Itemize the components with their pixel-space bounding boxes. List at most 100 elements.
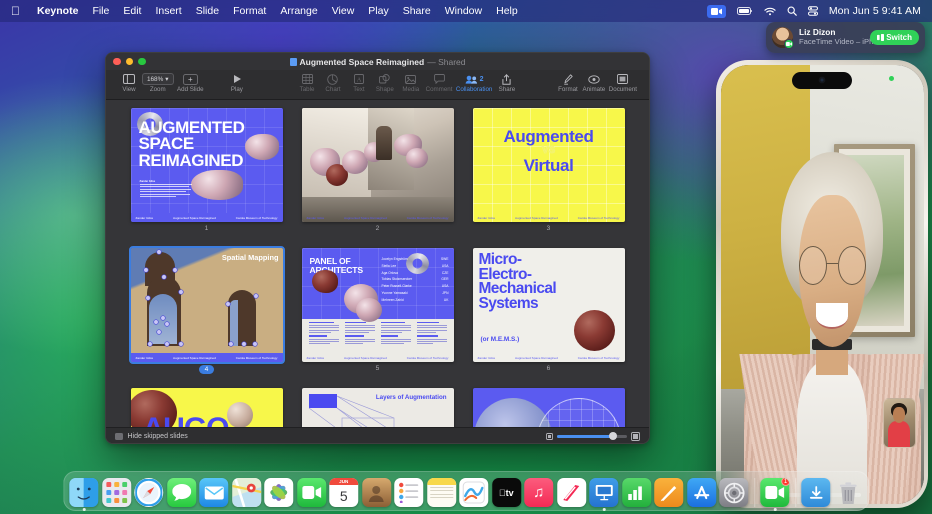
search-icon[interactable] [787,6,797,16]
dock-item-launchpad[interactable] [102,478,131,507]
toolbar-shape-button[interactable]: Shape [372,73,398,93]
menu-item-share[interactable]: Share [396,5,438,17]
large-thumbnails-icon[interactable] [631,432,640,441]
dock-item-appletv[interactable]: tv [492,478,521,507]
dock-item-facetime[interactable] [297,478,326,507]
toolbar-share-button[interactable]: Share [494,73,520,93]
slide-cell[interactable]: Augmented VS Virtual Zander Gliss Augmen… [473,108,625,234]
toolbar-comment-button[interactable]: Comment [424,73,455,93]
slide-cell[interactable]: AUGMENTED SPACE REIMAGINED Zander Gliss [131,108,283,234]
panelist-row: Tobias StutzmaeckerGER [382,276,449,283]
dock-item-messages[interactable] [167,478,196,507]
panelist-row: Peter Russell-ClarkeUSA [382,283,449,290]
toolbar-format-button[interactable]: Format [555,73,581,93]
dock-item-notes[interactable] [427,478,456,507]
dock-item-mail[interactable] [199,478,228,507]
video-camera-icon[interactable] [707,5,726,18]
dock-item-keynote[interactable] [589,478,618,507]
toolbar-table-button[interactable]: Table [294,73,320,93]
dock-item-music[interactable]: ♫ [524,478,553,507]
dock-item-calendar[interactable]: JUN 5 [329,478,358,507]
slide-thumbnail-9[interactable]: PHYSICAL AUGMENTED VIRTUAL [473,388,625,427]
toolbar-collaboration-label: Collaboration [456,86,492,93]
menu-item-format[interactable]: Format [226,5,273,17]
zoom-slider-knob[interactable] [609,432,617,440]
self-view-pip[interactable] [883,398,916,448]
menu-item-slide[interactable]: Slide [189,5,226,17]
dock-item-news[interactable] [557,478,586,507]
toolbar-document-button[interactable]: Document [607,73,639,93]
iphone-screen[interactable] [721,65,924,504]
toolbar-chart-button[interactable]: Chart [320,73,346,93]
slide-navigator[interactable]: AUGMENTED SPACE REIMAGINED Zander Gliss [106,100,649,427]
dock-item-facetime-active[interactable]: 1 [760,478,789,507]
dock-item-contacts[interactable] [362,478,391,507]
menu-item-help[interactable]: Help [489,5,525,17]
slide-thumbnail-1[interactable]: AUGMENTED SPACE REIMAGINED Zander Gliss [131,108,283,222]
slide-thumbnail-8[interactable]: Layers of Augmentation [302,388,454,427]
small-thumbnails-icon[interactable] [546,433,553,440]
toolbar-zoom-control[interactable]: 168% ▾ Zoom [142,73,174,93]
slide-cell[interactable]: AUGO 7 [131,388,283,427]
slide-cell[interactable]: Spatial Mapping Zander Gliss [131,248,283,374]
slide-thumbnail-7[interactable]: AUGO [131,388,283,427]
slide-thumbnail-6[interactable]: Micro- Electro- Mechanical Systems (or M… [473,248,625,362]
dock-item-system-settings[interactable] [719,478,748,507]
format-brush-icon [563,73,573,85]
switch-button-label: Switch [886,33,912,42]
dock-item-appstore[interactable] [687,478,716,507]
menu-item-play[interactable]: Play [361,5,395,17]
dock-item-maps[interactable] [232,478,261,507]
menu-bar-clock[interactable]: Mon Jun 5 9:41 AM [829,5,921,17]
battery-icon[interactable] [737,7,753,15]
dock-item-numbers[interactable] [622,478,651,507]
slide-thumbnail-5[interactable]: PANEL OF ARCHITECTS Jocelyn EngströmSWE … [302,248,454,362]
toolbar-collaboration-button[interactable]: 2 Collaboration [454,73,494,93]
dock-item-photos[interactable] [264,478,293,507]
window-title-bar[interactable]: Augmented Space Reimagined — Shared [106,53,649,70]
dock-item-freeform[interactable] [459,478,488,507]
toolbar-animate-button[interactable]: Animate [581,73,607,93]
dock-item-safari[interactable] [134,478,163,507]
slide-cell[interactable]: PHYSICAL AUGMENTED VIRTUAL 9 [473,388,625,427]
slide-footer-right: Carola Museum of Technology [236,216,278,220]
toolbar-view-button[interactable]: View [116,73,142,93]
dock-item-trash[interactable] [834,478,863,507]
slide-cell[interactable]: PANEL OF ARCHITECTS Jocelyn EngströmSWE … [302,248,454,374]
thumbnail-zoom-slider[interactable] [546,432,640,441]
menu-item-arrange[interactable]: Arrange [273,5,324,17]
menu-item-window[interactable]: Window [438,5,489,17]
slide-cell[interactable]: Layers of Augmentation 8 [302,388,454,427]
keynote-window[interactable]: Augmented Space Reimagined — Shared View… [105,52,650,444]
menu-item-edit[interactable]: Edit [116,5,148,17]
menu-item-keynote[interactable]: Keynote [30,5,85,17]
switch-button[interactable]: Switch [870,30,919,45]
wifi-icon[interactable] [764,7,776,16]
menu-item-insert[interactable]: Insert [148,5,188,17]
toolbar-add-slide-button[interactable]: + Add Slide [174,73,208,93]
slide-cell[interactable]: Zander Gliss Augmented Space Reimagined … [302,108,454,234]
slide-thumbnail-3[interactable]: Augmented VS Virtual Zander Gliss Augmen… [473,108,625,222]
toolbar-text-button[interactable]: A Text [346,73,372,93]
menu-item-view[interactable]: View [325,5,362,17]
toolbar-media-button[interactable]: Media [398,73,424,93]
eyeglasses [799,246,866,286]
dock-item-pages[interactable] [654,478,683,507]
dock-item-finder[interactable] [69,478,98,507]
apple-menu-icon[interactable]:  [11,5,20,17]
zoom-slider-track[interactable] [557,435,627,437]
slide-cell[interactable]: Micro- Electro- Mechanical Systems (or M… [473,248,625,374]
control-center-icon[interactable] [808,6,818,16]
dock-item-reminders[interactable] [394,478,423,507]
iphone-device[interactable] [716,60,928,508]
calendar-day: 5 [340,485,348,507]
dock-item-downloads[interactable] [801,478,830,507]
slide-thumbnail-2[interactable]: Zander Gliss Augmented Space Reimagined … [302,108,454,222]
toolbar-play-button[interactable]: Play [224,73,250,93]
slide-thumbnail-4[interactable]: Spatial Mapping Zander Gliss [131,248,283,362]
hide-skipped-slides-checkbox[interactable] [115,433,123,441]
slide-grid: AUGMENTED SPACE REIMAGINED Zander Gliss [106,108,649,427]
menu-item-file[interactable]: File [85,5,116,17]
zoom-popup-button[interactable]: 168% ▾ [142,73,174,85]
facetime-handoff-notification[interactable]: Liz Dizon FaceTime Video – iPhone › Swit… [766,22,925,53]
